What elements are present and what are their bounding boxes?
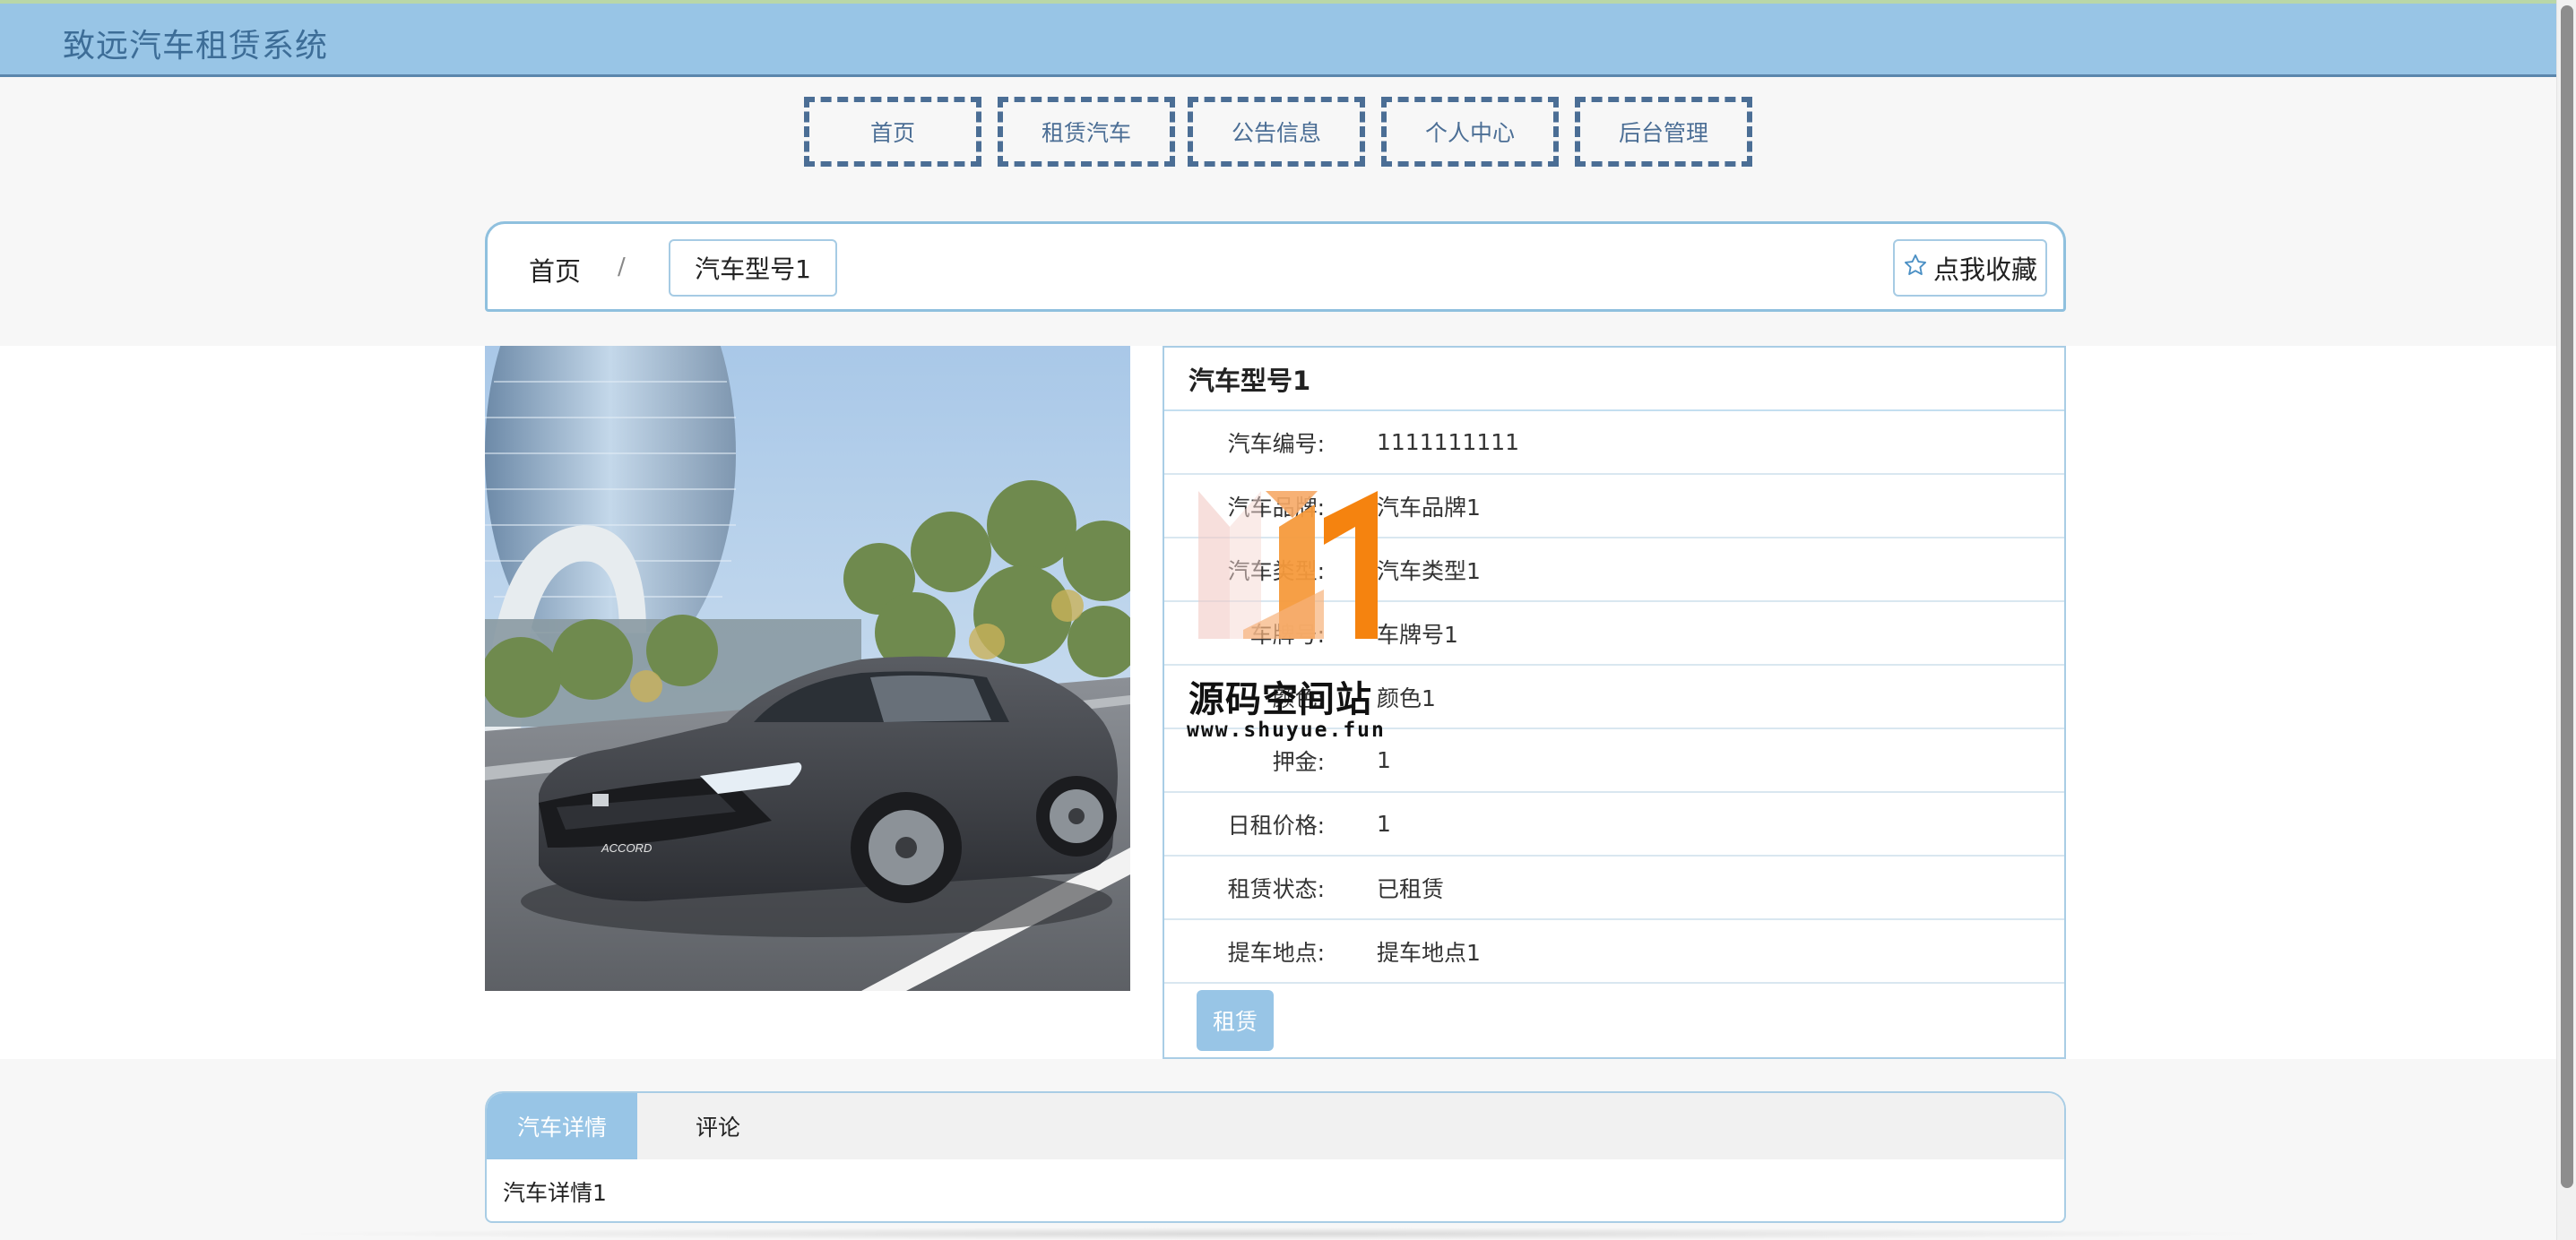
detail-label: 提车地点:: [1227, 939, 1325, 966]
detail-row-daily-price: 日租价格: 1: [1164, 793, 2064, 857]
breadcrumb-current: 汽车型号1: [669, 239, 837, 297]
rent-button[interactable]: 租赁: [1197, 990, 1274, 1051]
detail-row-pickup-location: 提车地点: 提车地点1: [1164, 920, 2064, 984]
car-model-title: 汽车型号1: [1164, 348, 2064, 411]
detail-value: 车牌号1: [1377, 621, 1458, 648]
svg-text:ACCORD: ACCORD: [601, 841, 652, 855]
detail-value: 1111111111: [1377, 429, 1520, 455]
favorite-button-label: 点我收藏: [1932, 254, 2037, 285]
detail-label: 押金:: [1272, 748, 1325, 775]
detail-row-type: 汽车类型: 汽车类型1: [1164, 538, 2064, 602]
car-photo: ACCORD: [485, 346, 1130, 991]
nav-item-announcements[interactable]: 公告信息: [1188, 97, 1365, 167]
detail-row-rent-status: 租赁状态: 已租赁: [1164, 857, 2064, 920]
car-detail-panel: 汽车型号1 汽车编号: 1111111111 汽车品牌: 汽车品牌1 汽车类型:…: [1163, 346, 2066, 1059]
tab-content: 汽车详情1: [503, 1180, 607, 1206]
detail-value: 汽车类型1: [1377, 557, 1481, 584]
detail-label: 租赁状态:: [1227, 875, 1325, 902]
detail-value: 已租赁: [1377, 875, 1445, 902]
detail-label: 汽车品牌:: [1227, 494, 1325, 521]
star-outline-icon: [1903, 253, 1928, 284]
detail-row-deposit: 押金: 1: [1164, 729, 2064, 793]
nav-item-home[interactable]: 首页: [804, 97, 981, 167]
breadcrumb-home-link[interactable]: 首页: [529, 251, 581, 288]
nav-item-rent-car[interactable]: 租赁汽车: [998, 97, 1175, 167]
detail-label: 日租价格:: [1227, 812, 1325, 839]
main-nav: 首页 租赁汽车 公告信息 个人中心 后台管理: [0, 97, 2556, 167]
detail-row-car-number: 汽车编号: 1111111111: [1164, 411, 2064, 475]
vertical-scrollbar[interactable]: [2556, 0, 2576, 1240]
detail-value: 颜色1: [1377, 685, 1436, 711]
nav-item-personal-center[interactable]: 个人中心: [1381, 97, 1559, 167]
rent-action-row: 租赁: [1164, 984, 2064, 1057]
detail-row-plate: 车牌号: 车牌号1: [1164, 602, 2064, 666]
detail-value: 1: [1377, 811, 1391, 837]
app-title: 致远汽车租赁系统: [63, 28, 329, 65]
detail-value: 1: [1377, 747, 1391, 773]
app-header: 致远汽车租赁系统: [0, 4, 2556, 77]
breadcrumb-separator: /: [618, 254, 626, 280]
detail-tabs: 汽车详情 评论 汽车详情1: [485, 1091, 2066, 1223]
favorite-button[interactable]: 点我收藏: [1893, 239, 2047, 297]
detail-value: 提车地点1: [1377, 939, 1481, 966]
detail-label: 汽车类型:: [1227, 557, 1325, 584]
detail-label: 颜色:: [1272, 685, 1325, 711]
detail-value: 汽车品牌1: [1377, 494, 1481, 521]
tab-comments[interactable]: 评论: [637, 1093, 799, 1159]
detail-label: 汽车编号:: [1227, 430, 1325, 457]
detail-label: 车牌号:: [1249, 621, 1325, 648]
nav-item-admin[interactable]: 后台管理: [1575, 97, 1752, 167]
detail-row-color: 颜色: 颜色1: [1164, 666, 2064, 729]
page-shadow: [269, 1227, 2286, 1240]
scrollbar-thumb[interactable]: [2561, 5, 2573, 1188]
detail-row-brand: 汽车品牌: 汽车品牌1: [1164, 475, 2064, 538]
tab-bar: 汽车详情 评论: [487, 1093, 2064, 1159]
breadcrumb: 首页 / 汽车型号1 点我收藏: [485, 221, 2066, 312]
tab-car-details[interactable]: 汽车详情: [487, 1093, 637, 1159]
